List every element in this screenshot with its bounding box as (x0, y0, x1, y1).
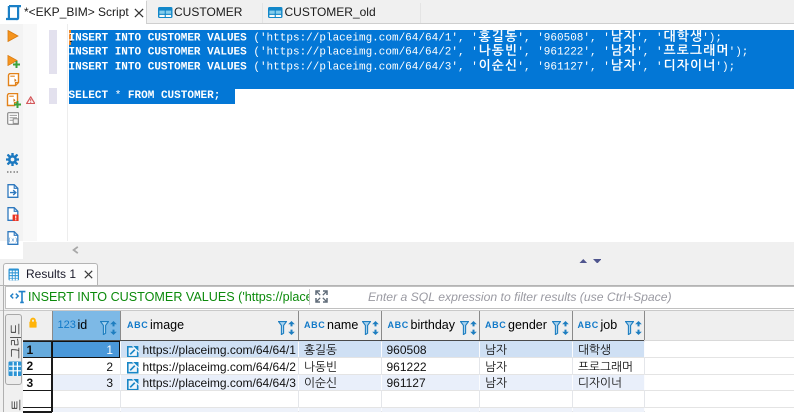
svg-text:(x): (x) (8, 238, 18, 244)
